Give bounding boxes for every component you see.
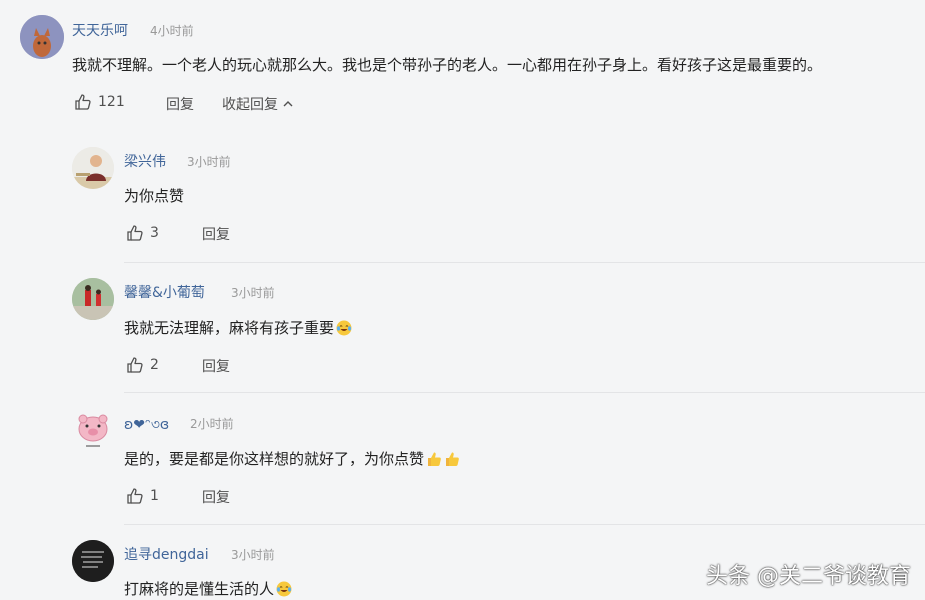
avatar-image [72, 540, 114, 582]
reply-button[interactable]: 回复 [166, 94, 194, 114]
divider [124, 262, 925, 263]
laughing-tears-emoji [276, 581, 292, 597]
thumbs-up-icon [127, 225, 143, 241]
avatar[interactable] [20, 15, 64, 59]
reply-username[interactable]: 馨馨&小葡萄 [124, 282, 205, 302]
comment-username[interactable]: 天天乐呵 [72, 20, 128, 40]
like-count: 121 [98, 94, 125, 110]
divider [124, 524, 925, 525]
avatar[interactable] [72, 147, 114, 189]
reply-username[interactable]: ʚ❤ᵔ৩ɞ [124, 413, 169, 437]
like-button[interactable]: 2 [126, 356, 159, 374]
reply-username[interactable]: 追寻dengdai [124, 544, 209, 564]
reply-text: 打麻将的是懂生活的人 [124, 578, 292, 599]
like-button[interactable]: 121 [74, 93, 125, 111]
reply-username[interactable]: 梁兴伟 [124, 151, 166, 171]
avatar-image [72, 408, 114, 450]
like-count: 2 [150, 357, 159, 373]
like-count: 3 [150, 225, 159, 241]
like-button[interactable]: 1 [126, 487, 159, 505]
laughing-tears-emoji [336, 320, 352, 336]
like-button[interactable]: 3 [126, 224, 159, 242]
reply-button[interactable]: 回复 [202, 487, 230, 507]
reply-text: 是的，要是都是你这样想的就好了，为你点赞 [124, 448, 460, 469]
thumbs-up-emoji [428, 452, 441, 466]
reply-time: 3小时前 [231, 286, 275, 300]
avatar-image [72, 278, 114, 320]
reply-time: 3小时前 [231, 548, 275, 562]
reply-text-body: 打麻将的是懂生活的人 [124, 580, 275, 598]
avatar-image [20, 15, 64, 59]
collapse-replies-button[interactable]: 收起回复 [222, 94, 294, 114]
chevron-up-icon [283, 101, 293, 107]
collapse-label: 收起回复 [222, 97, 278, 113]
reply-text: 为你点赞 [124, 187, 185, 205]
avatar[interactable] [72, 278, 114, 320]
reply-text-body: 是的，要是都是你这样想的就好了，为你点赞 [124, 450, 425, 468]
thumbs-up-icon [127, 488, 143, 504]
avatar-image [72, 147, 114, 189]
like-count: 1 [150, 488, 159, 504]
comment-text: 我就不理解。一个老人的玩心就那么大。我也是个带孙子的老人。一心都用在孙子身上。看… [72, 56, 823, 74]
avatar[interactable] [72, 408, 114, 450]
comment-time: 4小时前 [150, 24, 194, 38]
reply-button[interactable]: 回复 [202, 224, 230, 244]
thumbs-up-icon [127, 357, 143, 373]
divider [124, 392, 925, 393]
reply-text-body: 我就无法理解，麻将有孩子重要 [124, 319, 335, 337]
reply-button[interactable]: 回复 [202, 356, 230, 376]
avatar[interactable] [72, 540, 114, 582]
thumbs-up-icon [75, 94, 91, 110]
reply-time: 3小时前 [187, 155, 231, 169]
watermark: 头条 @关二爷谈教育 [706, 564, 911, 589]
reply-time: 2小时前 [190, 417, 234, 431]
thumbs-up-emoji [446, 452, 459, 466]
reply-text: 我就无法理解，麻将有孩子重要 [124, 317, 352, 338]
